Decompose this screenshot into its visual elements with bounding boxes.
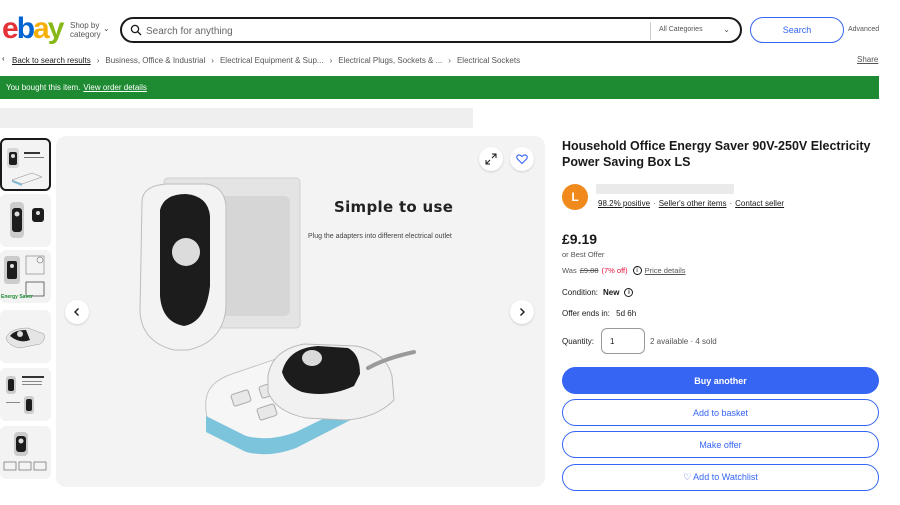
breadcrumb-separator: › bbox=[211, 55, 214, 65]
breadcrumb-item[interactable]: Electrical Sockets bbox=[457, 56, 520, 65]
make-offer-button[interactable]: Make offer bbox=[562, 431, 879, 458]
chevron-left-icon bbox=[74, 308, 79, 316]
seller-feedback-link[interactable]: 98.2% positive bbox=[598, 199, 650, 208]
best-offer-text: or Best Offer bbox=[562, 250, 605, 259]
seller-info: L 98.2% positive · Seller's other items · Co… bbox=[562, 183, 880, 213]
view-order-details-link[interactable]: View order details bbox=[83, 83, 146, 92]
shop-by-label-1: Shop by bbox=[70, 21, 100, 30]
info-icon[interactable]: i bbox=[632, 266, 642, 275]
ebay-logo[interactable]: ebay bbox=[2, 12, 64, 46]
contact-seller-link[interactable]: Contact seller bbox=[735, 199, 784, 208]
chevron-down-icon: ⌄ bbox=[723, 25, 730, 34]
buy-another-button[interactable]: Buy another bbox=[562, 367, 879, 394]
watch-heart-button[interactable] bbox=[510, 147, 534, 171]
category-select[interactable]: All Categories ⌄ bbox=[650, 22, 736, 40]
chevron-right-icon bbox=[520, 308, 525, 316]
header: ebay Shop by category ⌄ All Categories ⌄… bbox=[0, 0, 900, 56]
breadcrumb: ‹ Back to search results › Business, Off… bbox=[2, 54, 520, 66]
thumbnail-2[interactable] bbox=[0, 194, 51, 247]
add-to-basket-button[interactable]: Add to basket bbox=[562, 399, 879, 426]
add-to-watchlist-button[interactable]: ♡ Add to Watchlist bbox=[562, 464, 879, 491]
condition-label: Condition: bbox=[562, 288, 599, 297]
separator-dot: · bbox=[729, 199, 733, 208]
discount-text: (7% off) bbox=[601, 266, 628, 275]
back-to-search-link[interactable]: Back to search results bbox=[12, 56, 91, 65]
was-price-row: Was £9.88 (7% off) i Price details bbox=[562, 266, 686, 275]
advanced-search-link[interactable]: Advanced bbox=[848, 26, 879, 33]
seller-other-items-link[interactable]: Seller's other items bbox=[659, 199, 727, 208]
banner-text: You bought this item. bbox=[6, 83, 81, 92]
offer-ends-row: Offer ends in: 5d 6h bbox=[562, 309, 636, 318]
seller-avatar[interactable]: L bbox=[562, 184, 588, 210]
purchase-banner: You bought this item. View order details bbox=[0, 76, 879, 99]
breadcrumb-separator: › bbox=[448, 55, 451, 65]
breadcrumb-separator: › bbox=[96, 55, 100, 65]
offer-ends-label: Offer ends in: bbox=[562, 309, 610, 318]
availability-text: 2 available · 4 sold bbox=[650, 337, 717, 346]
category-select-label: All Categories bbox=[659, 26, 703, 33]
expand-image-button[interactable] bbox=[479, 147, 503, 171]
next-image-button[interactable] bbox=[510, 300, 534, 324]
shop-by-label-2: category bbox=[70, 30, 101, 39]
previous-image-button[interactable] bbox=[65, 300, 89, 324]
quantity-label: Quantity: bbox=[562, 337, 595, 346]
search-icon bbox=[130, 24, 142, 36]
breadcrumb-item[interactable]: Electrical Plugs, Sockets & ... bbox=[338, 56, 442, 65]
product-title: Household Office Energy Saver 90V-250V E… bbox=[562, 139, 871, 169]
was-label: Was bbox=[562, 266, 577, 275]
shop-by-category[interactable]: Shop by category ⌄ bbox=[70, 21, 110, 39]
main-product-image[interactable]: Simple to use Plug the adapters into dif… bbox=[56, 136, 545, 487]
thumbnail-1[interactable] bbox=[0, 138, 51, 191]
breadcrumb-item[interactable]: Electrical Equipment & Sup... bbox=[220, 56, 324, 65]
chevron-left-icon: ‹ bbox=[2, 54, 5, 63]
search-bar: All Categories ⌄ bbox=[120, 17, 742, 43]
thumbnail-badge: Energy Saver bbox=[1, 294, 33, 300]
search-button[interactable]: Search bbox=[750, 17, 844, 43]
breadcrumb-item[interactable]: Business, Office & Industrial bbox=[105, 56, 205, 65]
chevron-down-icon: ⌄ bbox=[103, 24, 110, 33]
quantity-input[interactable] bbox=[601, 328, 645, 354]
thumbnail-4[interactable] bbox=[0, 310, 51, 363]
image-heading: Simple to use bbox=[334, 198, 454, 216]
share-link[interactable]: Share bbox=[857, 55, 878, 64]
separator-dot: · bbox=[653, 199, 656, 208]
breadcrumb-separator: › bbox=[329, 55, 333, 65]
expand-icon bbox=[485, 153, 497, 165]
condition-value: New bbox=[603, 288, 620, 297]
info-icon[interactable]: i bbox=[624, 288, 634, 297]
price-details-link[interactable]: Price details bbox=[645, 266, 686, 275]
thumbnail-5[interactable] bbox=[0, 368, 51, 421]
seller-links: 98.2% positive · Seller's other items · Cont… bbox=[598, 199, 784, 208]
seller-name[interactable] bbox=[596, 184, 734, 194]
thumbnail-6[interactable] bbox=[0, 426, 51, 479]
thumbnail-3[interactable]: Energy Saver bbox=[0, 250, 51, 303]
price: £9.19 bbox=[562, 231, 598, 247]
placeholder-strip bbox=[0, 108, 473, 128]
image-caption: Plug the adapters into different electri… bbox=[308, 233, 452, 240]
was-price: £9.88 bbox=[579, 266, 599, 275]
search-input[interactable] bbox=[146, 22, 646, 40]
offer-ends-value: 5d 6h bbox=[616, 309, 637, 318]
heart-icon bbox=[516, 154, 528, 165]
condition-row: Condition: New i bbox=[562, 288, 636, 297]
